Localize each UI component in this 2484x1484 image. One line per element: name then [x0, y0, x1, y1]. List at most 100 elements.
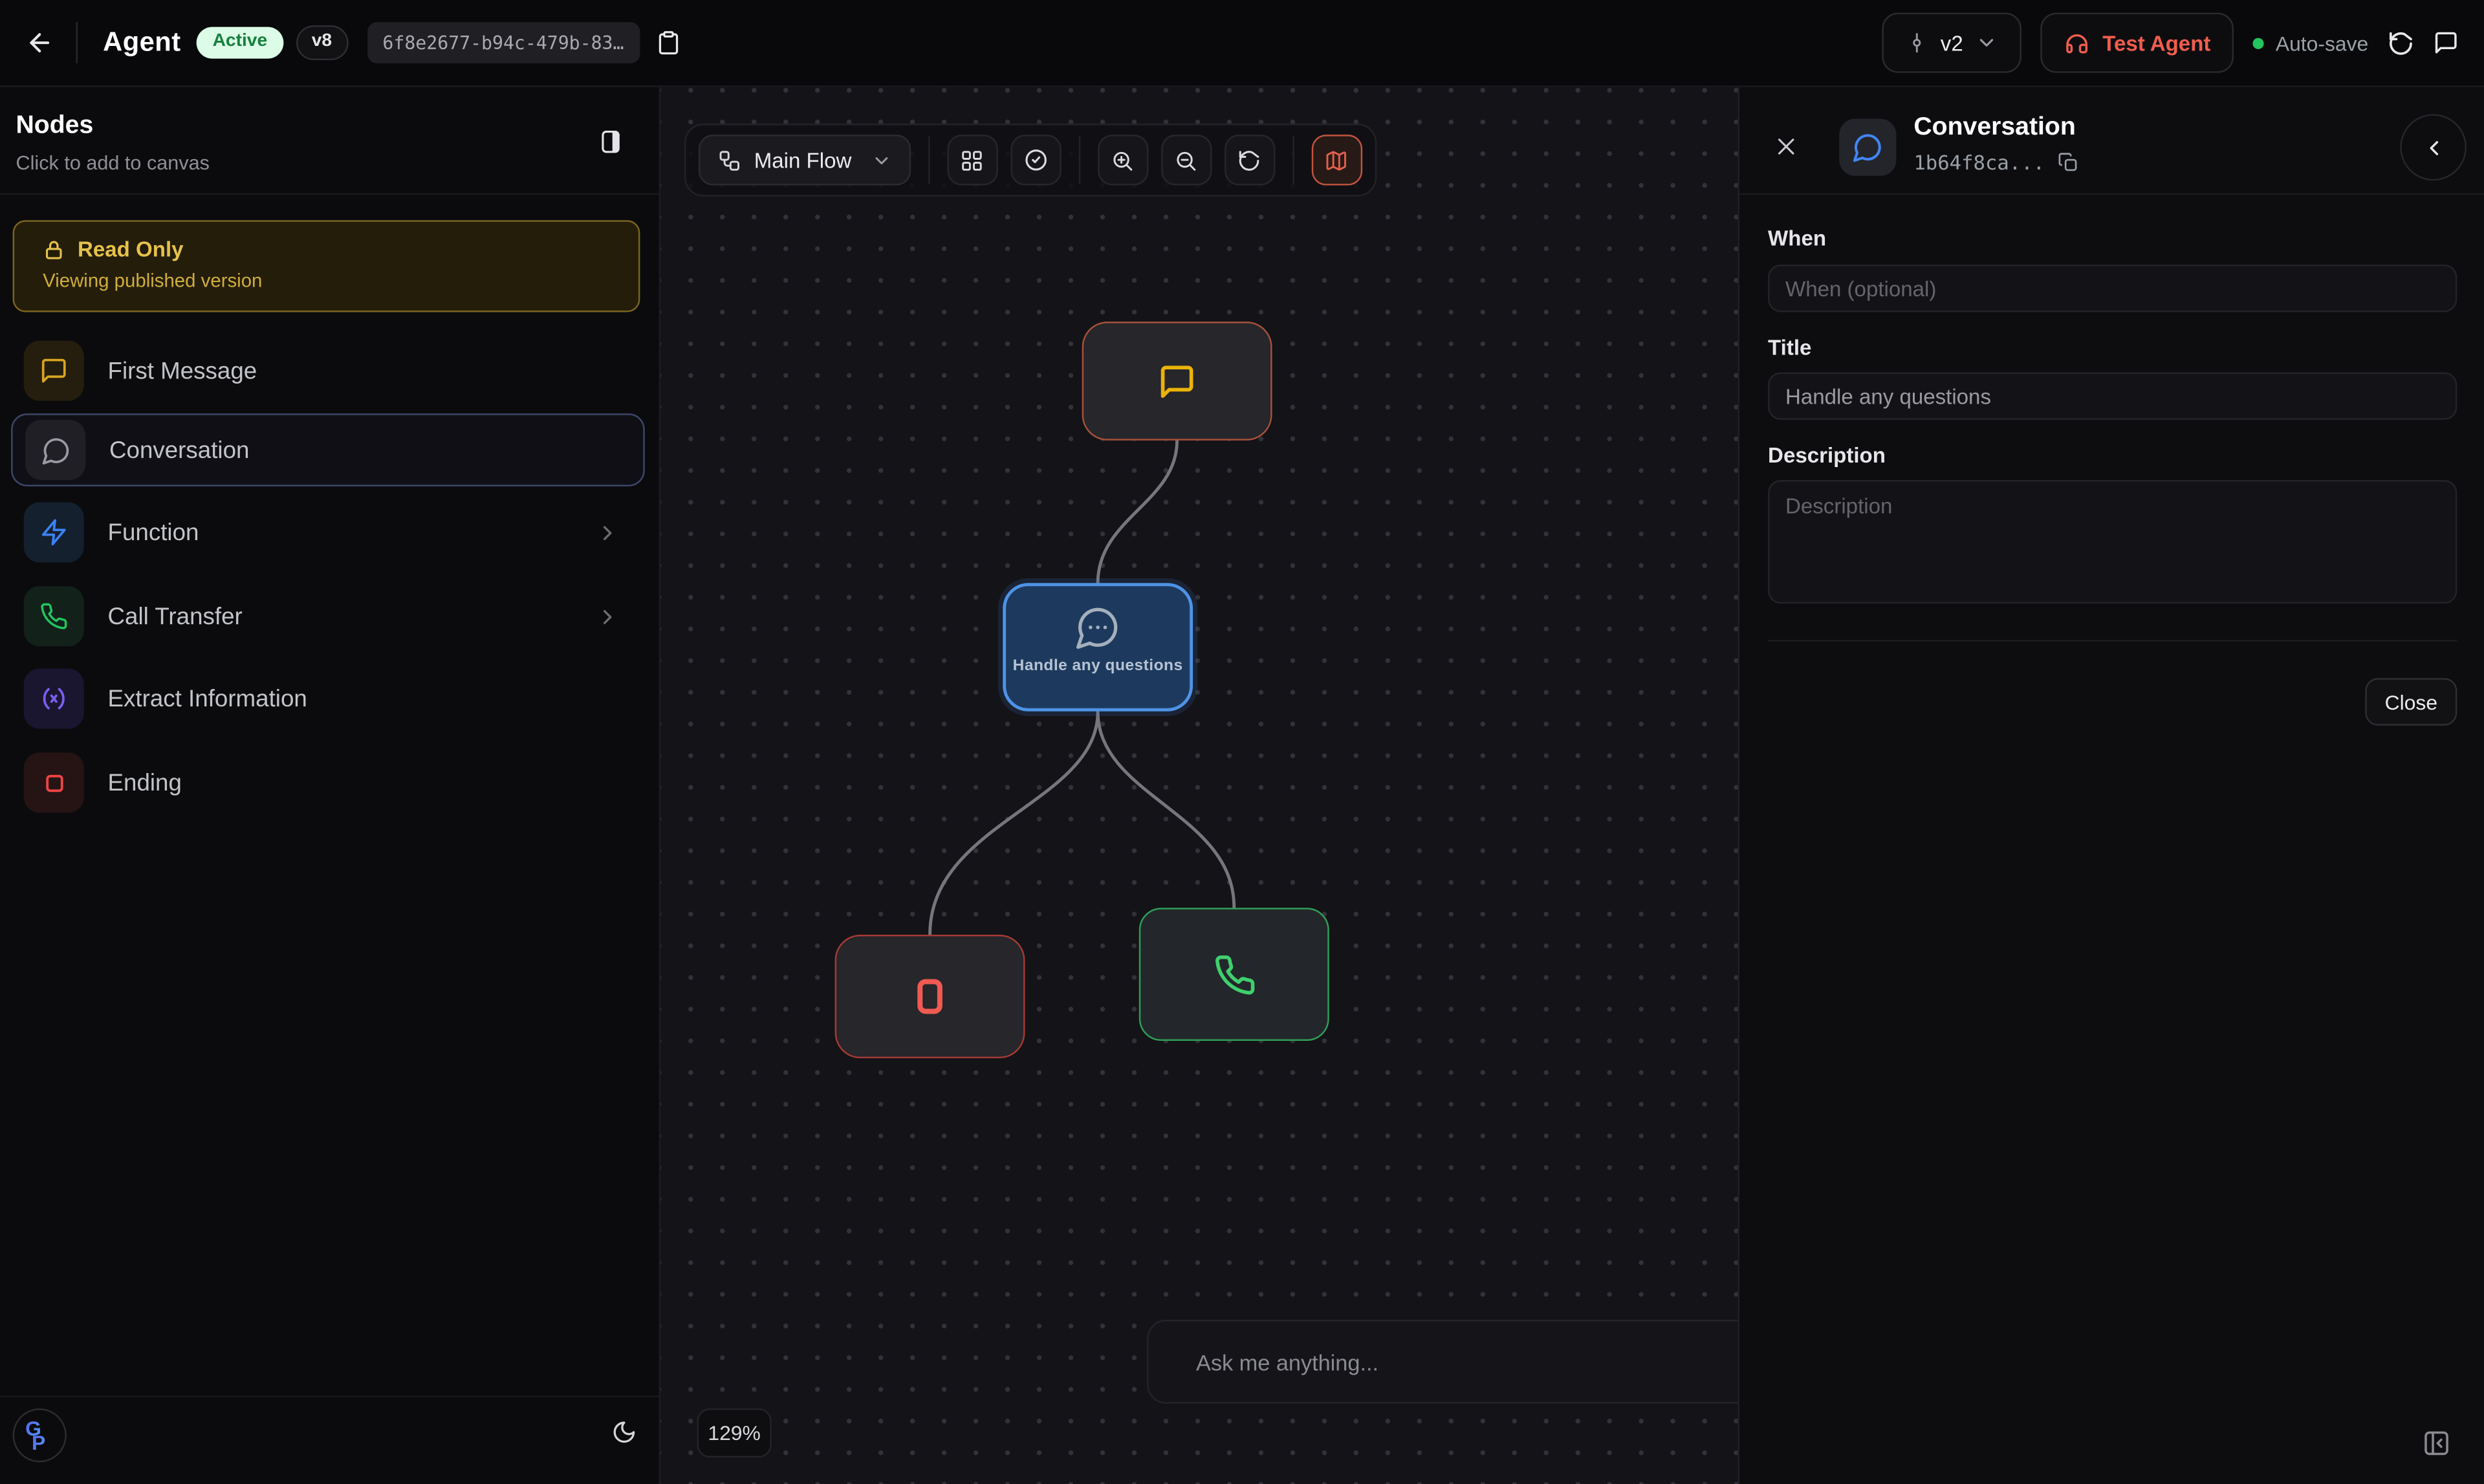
zoom-level-badge[interactable]: 129% [697, 1408, 772, 1457]
workflow-icon [717, 148, 741, 172]
panel-collapse-button[interactable] [2400, 114, 2467, 180]
sidebar-item-function[interactable]: Function [11, 496, 645, 569]
agent-title: Agent [103, 27, 180, 59]
variable-icon [24, 668, 84, 728]
message-circle-icon [25, 420, 85, 480]
undo-history-button[interactable] [2388, 29, 2415, 56]
sidebar-title: Nodes [16, 113, 93, 141]
panel-close-button[interactable] [1774, 135, 1798, 158]
sidebar-item-first-message[interactable]: First Message [11, 334, 645, 408]
chevron-right-icon [596, 520, 620, 544]
sidebar-collapse-button[interactable] [597, 128, 624, 155]
node-label: Handle any questions [1013, 657, 1183, 675]
ask-anything-container [1147, 1320, 1738, 1404]
status-badge: Active [197, 27, 283, 58]
message-square-icon [24, 341, 84, 401]
rotate-ccw-icon [2388, 29, 2415, 56]
reset-view-button[interactable] [1224, 135, 1274, 185]
top-bar: Agent Active v8 6f8e2677-b94c-479b-83… v… [0, 0, 2484, 87]
header-actions: v2 Test Agent Auto-save [1882, 13, 2459, 73]
moon-icon [611, 1419, 637, 1445]
readonly-title: Read Only [78, 237, 184, 261]
version-badge: v8 [296, 26, 347, 60]
node-first-message[interactable] [1082, 322, 1272, 441]
readonly-subtitle: Viewing published version [43, 269, 638, 291]
node-id-row: 1b64f8ca... [1913, 151, 2078, 175]
sidebar-item-conversation[interactable]: Conversation [11, 413, 645, 486]
autosave-status-dot [2254, 38, 2265, 49]
flow-selector-label: Main Flow [754, 148, 852, 172]
autosave-label: Auto-save [2276, 31, 2368, 55]
when-label: When [1768, 226, 1826, 250]
sidebar-item-extract-information[interactable]: Extract Information [11, 662, 645, 736]
panel-footer-divider [1768, 640, 2457, 641]
flow-canvas[interactable]: Main Flow [660, 87, 1738, 1484]
autosave-indicator: Auto-save [2254, 31, 2369, 55]
git-commit-icon [1906, 32, 1928, 54]
ask-anything-input[interactable] [1149, 1321, 1738, 1402]
sidebar-subtitle: Click to add to canvas [16, 152, 210, 174]
rotate-ccw-icon [1237, 148, 1261, 172]
test-agent-label: Test Agent [2102, 31, 2210, 55]
sidebar-header-divider [0, 193, 659, 195]
version-selector[interactable]: v2 [1882, 13, 2021, 73]
zoom-in-icon [1111, 148, 1135, 172]
readonly-banner: Read Only Viewing published version [13, 220, 640, 312]
sidebar-item-call-transfer[interactable]: Call Transfer [11, 580, 645, 653]
copy-icon[interactable] [2058, 152, 2078, 173]
sidebar-item-label: Ending [108, 769, 182, 796]
description-label: Description [1768, 444, 1886, 468]
phone-icon [1213, 953, 1256, 996]
conversation-node-icon-tile [1839, 119, 1896, 176]
back-button[interactable] [25, 28, 54, 57]
close-button[interactable]: Close [2365, 678, 2457, 725]
node-id-value: 1b64f8ca... [1913, 151, 2045, 175]
validate-flow-button[interactable] [1010, 135, 1060, 185]
stop-square-icon [24, 752, 84, 813]
lock-icon [43, 239, 65, 261]
minimap-toggle-button[interactable] [1311, 135, 1362, 185]
chevron-down-icon [1976, 32, 1998, 54]
node-ending[interactable] [835, 935, 1025, 1058]
node-config-panel: Conversation 1b64f8ca... When Title Desc… [1738, 87, 2484, 1484]
app-window: Agent Active v8 6f8e2677-b94c-479b-83… v… [0, 0, 2484, 1484]
svg-text:P: P [32, 1431, 45, 1454]
panel-title: Conversation [1913, 114, 2075, 142]
version-selector-label: v2 [1941, 31, 1963, 55]
chevron-down-icon [871, 149, 891, 170]
close-icon [1774, 135, 1798, 158]
agent-id-chip[interactable]: 6f8e2677-b94c-479b-83… [367, 22, 640, 63]
message-circle-dots-icon [1074, 604, 1121, 651]
panel-right-icon [597, 128, 624, 155]
test-agent-button[interactable]: Test Agent [2041, 13, 2234, 73]
message-square-icon [2434, 30, 2459, 56]
stop-square-icon [906, 973, 953, 1020]
clipboard-icon [655, 30, 681, 56]
sidebar-item-ending[interactable]: Ending [11, 746, 645, 819]
message-square-icon [1158, 362, 1196, 400]
dark-mode-toggle[interactable] [611, 1419, 637, 1445]
zoom-out-icon [1174, 148, 1198, 172]
when-input[interactable] [1768, 265, 2457, 312]
copy-agent-id-button[interactable] [655, 30, 681, 56]
panel-header-divider [1739, 193, 2484, 195]
circle-check-icon [1023, 147, 1048, 173]
phone-icon [24, 586, 84, 646]
feedback-button[interactable] [2434, 30, 2459, 56]
node-call-transfer[interactable] [1139, 908, 1329, 1041]
sidebar-item-label: First Message [108, 357, 257, 384]
auto-layout-button[interactable] [946, 135, 997, 185]
panel-left-close-icon[interactable] [2422, 1429, 2450, 1457]
flow-selector[interactable]: Main Flow [699, 135, 910, 185]
canvas-toolbar: Main Flow [684, 124, 1376, 197]
node-conversation-selected[interactable]: Handle any questions [1003, 583, 1193, 711]
sidebar-item-label: Extract Information [108, 685, 307, 712]
toolbar-divider [1292, 136, 1293, 184]
zoom-out-button[interactable] [1160, 135, 1211, 185]
brand-logo[interactable]: G P [13, 1408, 67, 1462]
title-input[interactable] [1768, 373, 2457, 420]
zoom-in-button[interactable] [1097, 135, 1148, 185]
description-textarea[interactable] [1768, 480, 2457, 604]
title-label: Title [1768, 336, 1811, 360]
arrow-left-icon [25, 28, 54, 57]
